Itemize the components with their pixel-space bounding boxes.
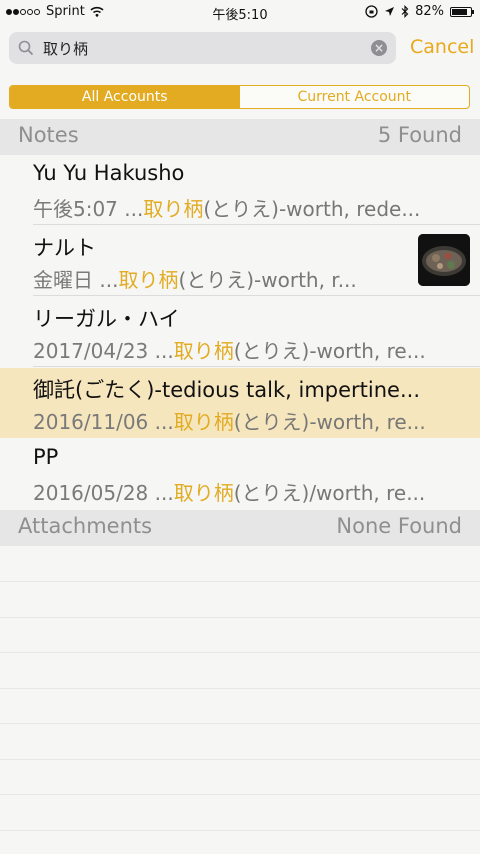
note-date: 2017/04/23 [33,339,149,363]
empty-row-divider [0,723,480,724]
row-divider [33,295,480,296]
note-date: 2016/11/06 [33,410,149,434]
snippet-match: 取り柄 [173,410,234,434]
snippet-prefix: ... [154,481,174,505]
attachments-section-label: Attachments [18,514,153,538]
snippet-rest: (とりえ)/worth, re... [233,481,426,505]
note-title: 御託(ごたく)-tedious talk, impertine... [33,378,421,402]
status-right: 82% [365,4,474,19]
snippet-rest: (とりえ)-worth, re... [233,339,426,363]
search-row: 取り柄 × Cancel [0,24,480,74]
snippet-match: 取り柄 [118,268,179,292]
snippet-match: 取り柄 [143,197,204,221]
attachments-section-header: Attachments None Found [0,510,480,546]
snippet-match: 取り柄 [173,481,234,505]
status-bar: Sprint 午後5:10 82% [0,0,480,24]
notes-section-header: Notes 5 Found [0,119,480,155]
note-title: PP [33,445,59,469]
snippet-rest: (とりえ)-worth, rede... [203,197,421,221]
clear-icon[interactable]: × [371,40,387,56]
note-title: Yu Yu Hakusho [33,161,185,185]
notes-found-count: 5 Found [377,123,462,147]
search-icon [18,40,34,56]
battery-icon [450,6,474,17]
snippet-prefix: ... [154,410,174,434]
attachments-found-count: None Found [336,514,462,538]
empty-row-divider [0,581,480,582]
note-snippet: 2016/11/06 ...取り柄(とりえ)-worth, re... [33,406,465,435]
note-row[interactable]: ナルト 金曜日 ...取り柄(とりえ)-worth, r... [0,226,480,296]
scope-all-accounts[interactable]: All Accounts [10,86,240,108]
empty-row-divider [0,759,480,760]
empty-row-divider [0,617,480,618]
empty-row-divider [0,652,480,653]
note-snippet: 午後5:07 ...取り柄(とりえ)-worth, rede... [33,193,465,222]
empty-row-divider [0,794,480,795]
note-row[interactable]: Yu Yu Hakusho 午後5:07 ...取り柄(とりえ)-worth, … [0,155,480,225]
orientation-lock-icon [365,5,378,18]
snippet-rest: (とりえ)-worth, r... [178,268,357,292]
row-divider [33,224,480,225]
note-row[interactable]: PP 2016/05/28 ...取り柄(とりえ)/worth, re... [0,439,480,509]
search-query[interactable]: 取り柄 [43,38,88,59]
note-date: 金曜日 [33,268,93,292]
snippet-prefix: ... [154,339,174,363]
empty-row-divider [0,688,480,689]
bluetooth-icon [401,5,409,18]
battery-level-fill [452,8,467,15]
scope-current-account[interactable]: Current Account [240,86,470,108]
notes-section-label: Notes [18,123,79,147]
row-divider [33,366,480,367]
note-row-selected[interactable]: 御託(ごたく)-tedious talk, impertine... 2016/… [0,368,480,438]
snippet-prefix: ... [124,197,144,221]
snippet-match: 取り柄 [173,339,234,363]
note-date: 2016/05/28 [33,481,149,505]
location-arrow-icon [385,7,395,16]
search-input[interactable]: 取り柄 × [9,32,396,64]
attachment-thumbnail-image [418,234,470,286]
note-date: 午後5:07 [33,197,118,221]
empty-row-divider [0,830,480,831]
note-snippet: 2017/04/23 ...取り柄(とりえ)-worth, re... [33,335,465,364]
note-row[interactable]: リーガル・ハイ 2017/04/23 ...取り柄(とりえ)-worth, re… [0,297,480,367]
note-snippet: 金曜日 ...取り柄(とりえ)-worth, r... [33,264,408,293]
note-snippet: 2016/05/28 ...取り柄(とりえ)/worth, re... [33,477,465,506]
note-title: ナルト [33,236,96,260]
battery-percent: 82% [415,4,444,19]
note-title: リーガル・ハイ [33,307,180,331]
account-scope-control: All Accounts Current Account [9,85,470,109]
snippet-prefix: ... [99,268,119,292]
snippet-rest: (とりえ)-worth, re... [233,410,426,434]
cancel-button[interactable]: Cancel [410,36,474,58]
